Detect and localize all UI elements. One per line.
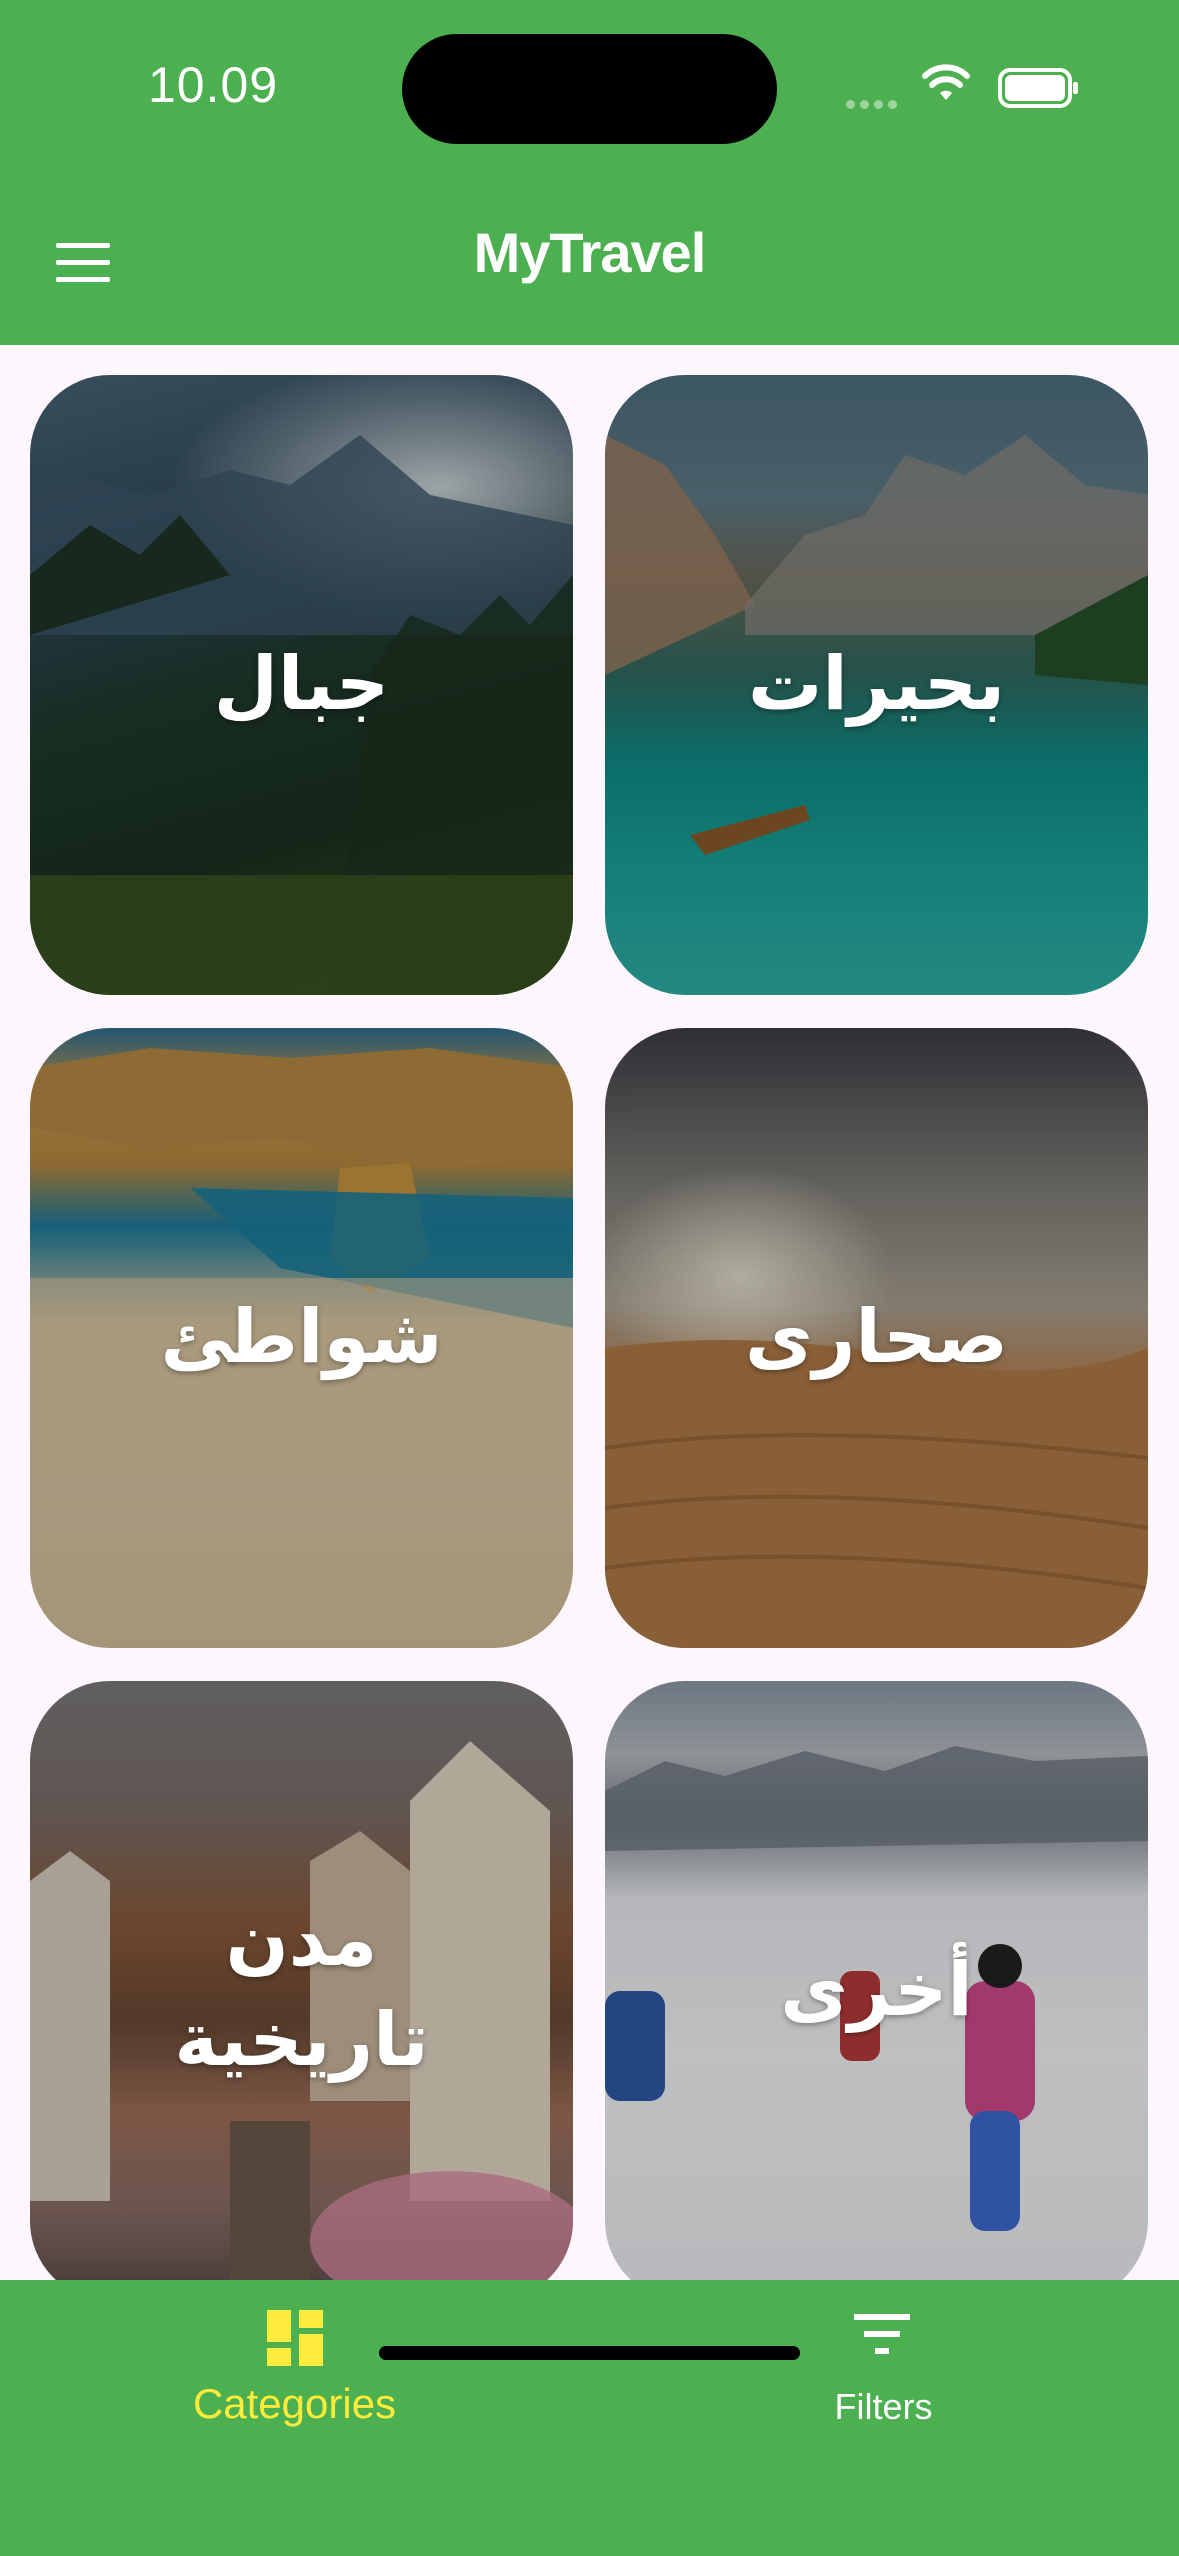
category-label: شواطئ — [160, 1294, 443, 1381]
category-label: بحيرات — [747, 641, 1006, 728]
category-grid: جبال بحيرات شواطئ صحارى مدن تاريخية أخرى — [0, 345, 1179, 2280]
category-label: جبال — [213, 641, 390, 728]
category-card-beaches[interactable]: شواطئ — [30, 1028, 573, 1648]
filter-icon — [854, 2314, 910, 2354]
category-label: صحارى — [744, 1294, 1009, 1381]
category-card-lakes[interactable]: بحيرات — [605, 375, 1148, 995]
category-card-mountains[interactable]: جبال — [30, 375, 573, 995]
tab-categories[interactable]: Categories — [0, 2280, 589, 2490]
category-card-other[interactable]: أخرى — [605, 1681, 1148, 2280]
bottom-navigation-bar: Categories Filters — [0, 2280, 1179, 2556]
tab-label: Filters — [834, 2386, 933, 2427]
home-indicator[interactable] — [379, 2346, 800, 2360]
dashboard-grid-icon — [267, 2310, 323, 2366]
status-time: 10.09 — [148, 57, 279, 113]
status-bar: 10.09 — [0, 0, 1179, 180]
app-title: MyTravel — [473, 221, 707, 284]
tab-label: Categories — [192, 2380, 397, 2427]
tab-filters[interactable]: Filters — [589, 2280, 1178, 2490]
dynamic-island — [402, 34, 777, 144]
app-bar: MyTravel — [0, 180, 1179, 345]
wifi-icon — [922, 64, 970, 100]
category-card-deserts[interactable]: صحارى — [605, 1028, 1148, 1648]
category-label: أخرى — [780, 1947, 973, 2034]
category-card-historic-cities[interactable]: مدن تاريخية — [30, 1681, 573, 2280]
battery-icon — [998, 68, 1078, 108]
cellular-signal-icon — [846, 94, 902, 113]
category-label: مدن تاريخية — [174, 1897, 429, 2083]
